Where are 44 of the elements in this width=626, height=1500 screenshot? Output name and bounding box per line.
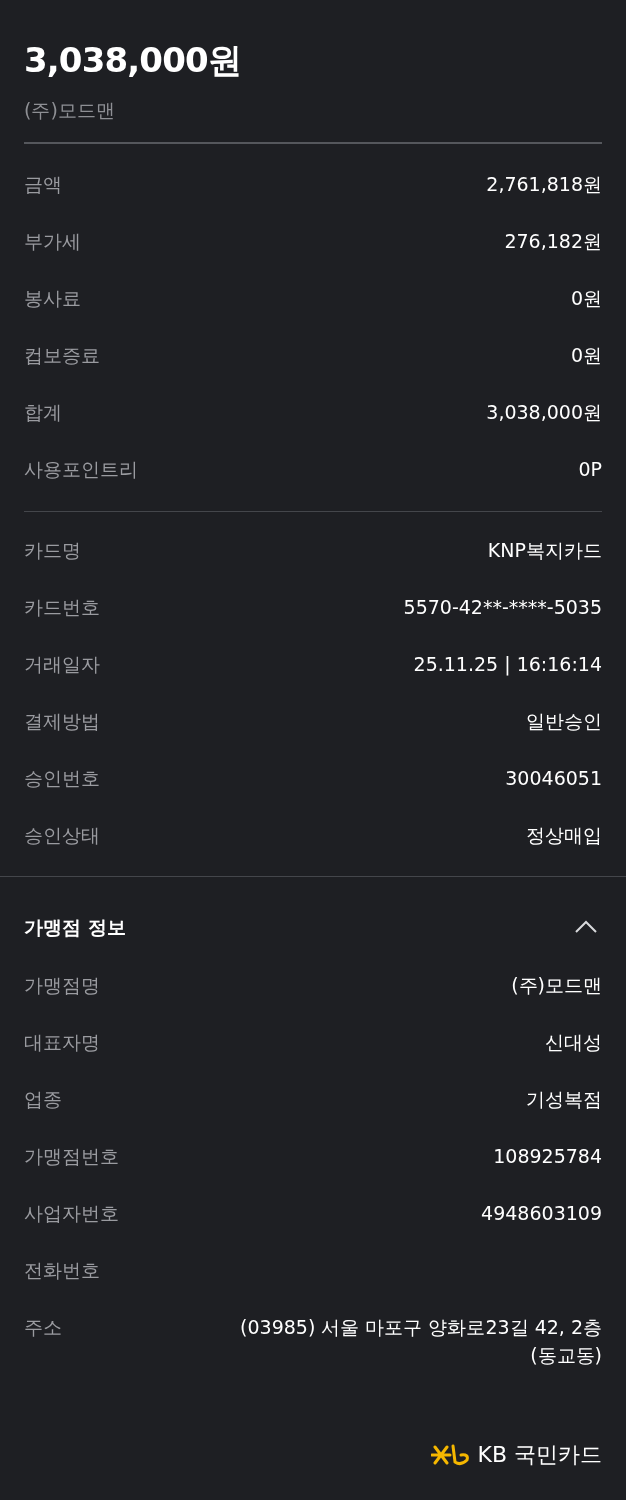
field-label: 거래일자 <box>24 652 100 677</box>
field-value: (주)모드맨 <box>511 973 602 998</box>
field-value: (동교동) <box>530 1343 602 1368</box>
field-label: 카드명 <box>24 538 81 563</box>
brand-name: KB 국민카드 <box>477 1441 602 1469</box>
field-value: 3,038,000원 <box>486 400 602 425</box>
field-value: 신대성 <box>545 1030 602 1055</box>
field-label: 사용포인트리 <box>24 457 138 482</box>
field-label: 전화번호 <box>24 1258 100 1283</box>
field-label: 결제방법 <box>24 709 100 734</box>
field-label: 금액 <box>24 172 62 197</box>
field-label: 카드번호 <box>24 595 100 620</box>
section-title: 가맹점 정보 <box>24 914 126 940</box>
field-value: 기성복점 <box>526 1087 602 1112</box>
field-label: 대표자명 <box>24 1030 100 1055</box>
field-label: 승인번호 <box>24 766 100 791</box>
logo-icon <box>431 1442 472 1468</box>
field-value: (03985) 서울 마포구 양화로23길 42, 2층 <box>240 1315 602 1340</box>
field-value: 0원 <box>570 343 602 368</box>
field-label: 부가세 <box>24 229 81 254</box>
field-label: 봉사료 <box>24 286 81 311</box>
field-value: 4948603109 <box>481 1201 602 1226</box>
field-label: 컵보증료 <box>24 343 100 368</box>
field-value: 30046051 <box>505 766 602 791</box>
field-label: 업종 <box>24 1087 62 1112</box>
field-label: 합계 <box>24 400 62 425</box>
field-label: 승인상태 <box>24 823 100 848</box>
field-label: 주소 <box>24 1315 62 1340</box>
field-label: 사업자번호 <box>24 1201 119 1226</box>
merchant-name: (주)모드맨 <box>24 98 116 123</box>
field-value: 108925784 <box>493 1144 602 1169</box>
total-amount: 3,038,000원 <box>24 39 242 82</box>
field-value: 정상매입 <box>526 823 602 848</box>
field-label: 가맹점명 <box>24 973 100 998</box>
field-value: 0원 <box>570 286 602 311</box>
field-value: KNP복지카드 <box>487 538 602 563</box>
field-value: 2,761,818원 <box>486 172 602 197</box>
field-label: 가맹점번호 <box>24 1144 119 1169</box>
field-value: 25.11.25 | 16:16:14 <box>413 652 602 678</box>
field-value: 276,182원 <box>504 229 602 254</box>
field-value: 일반승인 <box>526 709 602 734</box>
field-value: 5570-42**-****-5035 <box>403 595 602 620</box>
chevron-icon[interactable] <box>574 920 598 934</box>
field-value: 0P <box>578 457 602 482</box>
